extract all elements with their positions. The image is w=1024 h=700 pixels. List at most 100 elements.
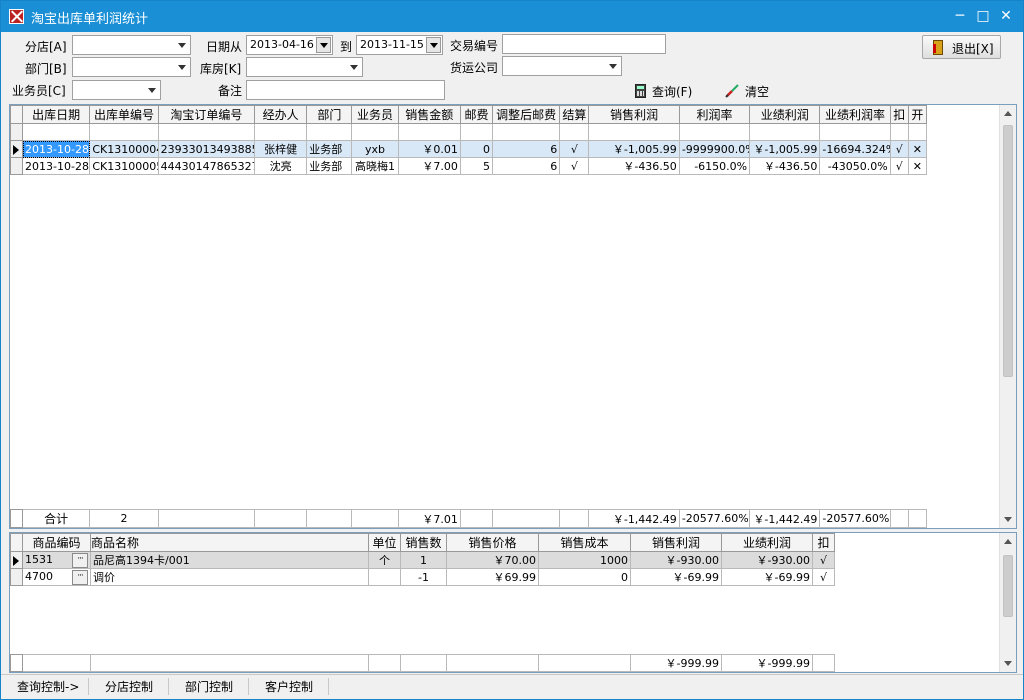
cell-price[interactable]: ￥69.99 (446, 568, 539, 586)
cell-qty[interactable]: -1 (400, 568, 447, 586)
col-header-sales-amount[interactable]: 销售金额 (397, 105, 461, 124)
filter-cell[interactable] (157, 123, 256, 141)
cell-price[interactable]: ￥70.00 (446, 551, 539, 569)
cell-postage[interactable]: 0 (459, 140, 494, 158)
minimize-button[interactable]: ─ (949, 6, 971, 26)
cell-dept[interactable]: 业务部 (306, 157, 353, 175)
filter-cell[interactable] (889, 123, 909, 141)
cell-sales-profit[interactable]: ￥-69.99 (630, 568, 722, 586)
salesman-select[interactable] (72, 80, 161, 100)
col-header-dept[interactable]: 部门 (306, 105, 353, 124)
cell-deduct[interactable]: √ (812, 551, 835, 569)
detail-grid[interactable]: 商品编码 商品名称 单位 销售数 销售价格 销售成本 销售利润 业绩利润 扣 1… (9, 532, 1017, 673)
filter-cell[interactable] (351, 123, 399, 141)
shipping-select[interactable] (502, 56, 622, 76)
cell-open[interactable]: ✕ (907, 140, 928, 158)
scroll-thumb[interactable] (1003, 555, 1013, 617)
col-header-postage[interactable]: 邮费 (459, 105, 494, 124)
table-row[interactable]: 2013-10-28 CK13100005 444301478653279 沈亮… (10, 157, 928, 175)
col-header-salesman[interactable]: 业务员 (351, 105, 399, 124)
cell-perf-profit-rate[interactable]: -16694.324% (819, 140, 891, 158)
col-header-taobao-order-no[interactable]: 淘宝订单编号 (157, 105, 256, 124)
col-header-product-code[interactable]: 商品编码 (22, 533, 91, 552)
tab-branch-control[interactable]: 分店控制 (105, 678, 153, 696)
filter-cell[interactable] (559, 123, 590, 141)
cell-dept[interactable]: 业务部 (306, 140, 353, 158)
cell-adjusted-postage[interactable]: 6 (492, 140, 561, 158)
filter-cell[interactable] (678, 123, 751, 141)
cell-cost[interactable]: 1000 (538, 551, 631, 569)
cell-product-code[interactable]: 1531 ··· (22, 551, 91, 569)
cell-postage[interactable]: 5 (459, 157, 494, 175)
cell-deduct[interactable]: √ (889, 140, 909, 158)
cell-perf-profit[interactable]: ￥-436.50 (749, 157, 821, 175)
col-header-qty[interactable]: 销售数 (400, 533, 447, 552)
trade-no-input[interactable] (502, 34, 666, 54)
main-grid[interactable]: 出库日期 出库单编号 淘宝订单编号 经办人 部门 业务员 销售金额 邮费 调整后… (9, 104, 1017, 529)
col-header-product-name[interactable]: 商品名称 (90, 533, 369, 552)
scroll-up-icon[interactable] (1004, 539, 1012, 544)
cell-cost[interactable]: 0 (538, 568, 631, 586)
col-header-deduct[interactable]: 扣 (812, 533, 835, 552)
cell-adjusted-postage[interactable]: 6 (492, 157, 561, 175)
cell-sales-profit[interactable]: ￥-436.50 (588, 157, 680, 175)
col-header-outbound-no[interactable]: 出库单编号 (89, 105, 159, 124)
date-to-picker[interactable]: 2013-11-15 (356, 35, 443, 55)
remark-input[interactable] (246, 80, 445, 100)
cell-salesman[interactable]: 高晓梅1 (351, 157, 399, 175)
cell-product-code[interactable]: 4700 ··· (22, 568, 91, 586)
col-header-perf-profit[interactable]: 业绩利润 (721, 533, 813, 552)
cell-handler[interactable]: 张梓健 (254, 140, 308, 158)
filter-cell[interactable] (22, 123, 91, 141)
query-button[interactable]: 查询(F) (635, 82, 699, 102)
maximize-button[interactable]: □ (972, 6, 994, 26)
col-header-cost[interactable]: 销售成本 (538, 533, 631, 552)
col-header-open[interactable]: 开 (907, 105, 928, 124)
scroll-up-icon[interactable] (1004, 111, 1012, 116)
cell-outbound-no[interactable]: CK13100005 (89, 157, 159, 175)
col-header-profit-rate[interactable]: 利润率 (678, 105, 751, 124)
filter-cell[interactable] (907, 123, 928, 141)
col-header-deduct[interactable]: 扣 (889, 105, 909, 124)
cell-handler[interactable]: 沈亮 (254, 157, 308, 175)
close-button[interactable]: ✕ (995, 6, 1017, 26)
cell-salesman[interactable]: yxb (351, 140, 399, 158)
cell-unit[interactable] (368, 568, 401, 586)
warehouse-select[interactable] (246, 57, 363, 77)
filter-cell[interactable] (749, 123, 821, 141)
filter-cell[interactable] (492, 123, 561, 141)
filter-cell[interactable] (254, 123, 308, 141)
cell-profit-rate[interactable]: -6150.0% (678, 157, 751, 175)
main-grid-scrollbar[interactable] (999, 105, 1016, 528)
cell-sales-amount[interactable]: ￥7.00 (397, 157, 461, 175)
table-row[interactable]: 4700 ··· 调价 -1 ￥69.99 0 ￥-69.99 ￥-69.99 √ (10, 568, 835, 586)
tab-customer-control[interactable]: 客户控制 (265, 678, 313, 696)
ellipsis-button[interactable]: ··· (72, 569, 88, 585)
cell-qty[interactable]: 1 (400, 551, 447, 569)
cell-product-name[interactable]: 品尼高1394卡/001 (90, 551, 369, 569)
cell-date[interactable]: 2013-10-28 (22, 140, 91, 158)
cell-perf-profit-rate[interactable]: -43050.0% (819, 157, 891, 175)
cell-product-name[interactable]: 调价 (90, 568, 369, 586)
date-from-picker[interactable]: 2013-04-16 (246, 35, 333, 55)
col-header-date[interactable]: 出库日期 (22, 105, 91, 124)
calendar-dropdown-icon[interactable] (426, 37, 441, 53)
cell-perf-profit[interactable]: ￥-69.99 (721, 568, 813, 586)
filter-cell[interactable] (306, 123, 353, 141)
cell-outbound-no[interactable]: CK13100004 (89, 140, 159, 158)
cell-settled[interactable]: √ (559, 140, 590, 158)
clear-button[interactable]: 清空 (725, 82, 775, 102)
cell-profit-rate[interactable]: -9999900.0% (678, 140, 751, 158)
cell-sales-amount[interactable]: ￥0.01 (397, 140, 461, 158)
cell-deduct[interactable]: √ (812, 568, 835, 586)
col-header-price[interactable]: 销售价格 (446, 533, 539, 552)
table-row[interactable]: 2013-10-28 CK13100004 239330134938859 张梓… (10, 140, 928, 158)
col-header-adjusted-postage[interactable]: 调整后邮费 (492, 105, 561, 124)
filter-cell[interactable] (588, 123, 680, 141)
cell-open[interactable]: ✕ (907, 157, 928, 175)
col-header-unit[interactable]: 单位 (368, 533, 401, 552)
scroll-down-icon[interactable] (1004, 661, 1012, 666)
filter-cell[interactable] (397, 123, 461, 141)
col-header-perf-profit-rate[interactable]: 业绩利润率 (819, 105, 891, 124)
col-header-perf-profit[interactable]: 业绩利润 (749, 105, 821, 124)
